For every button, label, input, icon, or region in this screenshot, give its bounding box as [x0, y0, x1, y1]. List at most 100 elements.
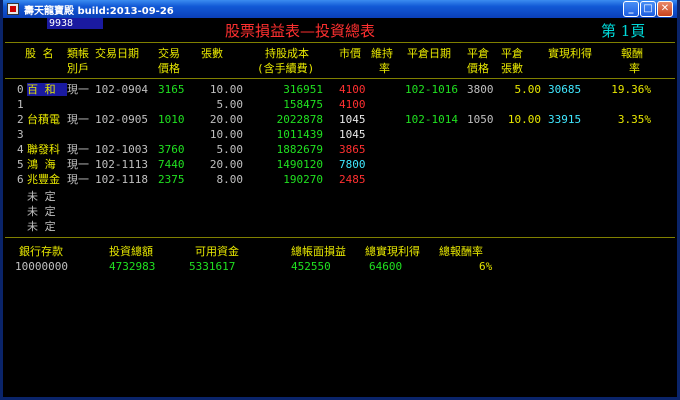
row-return: 3.35%	[617, 113, 651, 126]
summary-return-value: 6%	[479, 260, 493, 273]
col-hold-rate-l1: 維持	[371, 47, 393, 60]
row-index: 0	[17, 83, 24, 96]
row-stock-name[interactable]: 鴻 海	[27, 158, 67, 171]
row-trade-date: 102-0905	[95, 113, 148, 126]
undefined-row[interactable]: 未 定	[27, 220, 56, 233]
row-cost: 190270	[283, 173, 323, 186]
report-content: 9938 股票損益表—投資總表 第 1頁 股 名 類帳 別戶 交易日期 交易 價…	[3, 18, 677, 400]
row-shares: 10.00	[209, 128, 243, 141]
col-close-price-l1: 平倉	[467, 47, 489, 60]
row-index: 6	[17, 173, 24, 186]
row-cost: 1011439	[276, 128, 323, 141]
row-index: 3	[17, 128, 24, 141]
col-return-l2: 率	[629, 62, 640, 75]
minimize-button[interactable]: _	[623, 1, 639, 17]
row-index: 5	[17, 158, 24, 171]
page-prefix: 第	[601, 22, 617, 40]
page-suffix: 頁	[630, 22, 646, 40]
col-name: 股 名	[25, 47, 54, 60]
col-category-l1: 類帳	[67, 47, 89, 60]
col-close-date: 平倉日期	[407, 47, 451, 60]
row-stock-name[interactable]: 兆豐金	[27, 173, 67, 186]
col-close-shares-l2: 張數	[501, 62, 523, 75]
app-icon[interactable]	[7, 3, 19, 15]
row-trade-date: 102-1118	[95, 173, 148, 186]
row-market-price: 1045	[339, 128, 366, 141]
report-title: 股票損益表—投資總表	[225, 22, 376, 40]
row-market-price: 2485	[339, 173, 366, 186]
summary-book-pl-label: 總帳面損益	[291, 245, 346, 258]
row-market-price: 3865	[339, 143, 366, 156]
row-shares: 5.00	[216, 143, 244, 156]
undefined-row[interactable]: 未 定	[27, 190, 56, 203]
row-close-shares: 5.00	[514, 83, 542, 96]
row-shares: 5.00	[216, 98, 244, 111]
summary-invest-label: 投資總額	[109, 245, 153, 258]
summary-available-value: 5331617	[189, 260, 236, 273]
col-trade-price-l2: 價格	[158, 62, 180, 75]
row-cost: 2022878	[276, 113, 323, 126]
row-trade-date: 102-1003	[95, 143, 148, 156]
col-shares: 張數	[201, 47, 223, 60]
close-button[interactable]: ✕	[657, 1, 673, 17]
col-hold-rate-l2: 率	[379, 62, 390, 75]
col-cost-l2: (含手續費)	[257, 62, 315, 75]
stock-code-field[interactable]: 9938	[47, 18, 103, 29]
row-cost: 1490120	[276, 158, 323, 171]
col-trade-date: 交易日期	[95, 47, 139, 60]
row-stock-name[interactable]: 聯發科	[27, 143, 67, 156]
col-trade-price-l1: 交易	[158, 47, 180, 60]
row-realized: 33915	[548, 113, 582, 126]
row-trade-price: 2375	[158, 173, 185, 186]
col-category-l2: 別戶	[67, 62, 89, 75]
row-trade-price: 3760	[158, 143, 185, 156]
page-number: 1	[620, 22, 631, 40]
row-close-price: 1050	[467, 113, 494, 126]
row-cost: 158475	[283, 98, 323, 111]
row-shares: 20.00	[209, 158, 243, 171]
row-close-date: 102-1016	[405, 83, 458, 96]
col-return-l1: 報酬	[621, 47, 643, 60]
row-index: 1	[17, 98, 24, 111]
row-stock-name[interactable]: 台積電	[27, 113, 67, 126]
columns-divider	[5, 78, 675, 79]
row-category: 現一	[67, 113, 89, 126]
row-category: 現一	[67, 158, 89, 171]
row-market-price: 4100	[339, 83, 366, 96]
row-trade-price: 7440	[158, 158, 185, 171]
summary-bank-value: 10000000	[15, 260, 68, 273]
title-bar[interactable]: 壽天龍寶殿 build:2013-09-26 _ □ ✕	[3, 0, 677, 18]
summary-realized-value: 64600	[369, 260, 403, 273]
row-trade-date: 102-0904	[95, 83, 148, 96]
summary-realized-label: 總實現利得	[365, 245, 420, 258]
col-cost-l1: 持股成本	[265, 47, 309, 60]
col-market-price: 市價	[339, 47, 361, 60]
window-title: 壽天龍寶殿 build:2013-09-26	[24, 6, 174, 17]
summary-invest-value: 4732983	[109, 260, 156, 273]
row-trade-date: 102-1113	[95, 158, 148, 171]
row-trade-price: 3165	[158, 83, 185, 96]
row-market-price: 7800	[339, 158, 366, 171]
row-category: 現一	[67, 83, 89, 96]
undefined-row[interactable]: 未 定	[27, 205, 56, 218]
row-close-price: 3800	[467, 83, 494, 96]
page-indicator: 第 1頁	[601, 22, 645, 40]
maximize-button[interactable]: □	[640, 1, 656, 17]
row-category: 現一	[67, 173, 89, 186]
row-stock-name[interactable]: 百 和	[27, 83, 67, 96]
row-close-shares: 10.00	[507, 113, 541, 126]
row-shares: 10.00	[209, 83, 243, 96]
summary-divider	[5, 237, 675, 238]
col-close-price-l2: 價格	[467, 62, 489, 75]
row-index: 2	[17, 113, 24, 126]
summary-return-label: 總報酬率	[439, 245, 483, 258]
row-shares: 20.00	[209, 113, 243, 126]
col-realized: 實現利得	[548, 47, 592, 60]
row-cost: 316951	[283, 83, 323, 96]
row-index: 4	[17, 143, 24, 156]
row-trade-price: 1010	[158, 113, 185, 126]
summary-available-label: 可用資金	[195, 245, 239, 258]
summary-bank-label: 銀行存款	[19, 245, 63, 258]
row-market-price: 1045	[339, 113, 366, 126]
row-market-price: 4100	[339, 98, 366, 111]
